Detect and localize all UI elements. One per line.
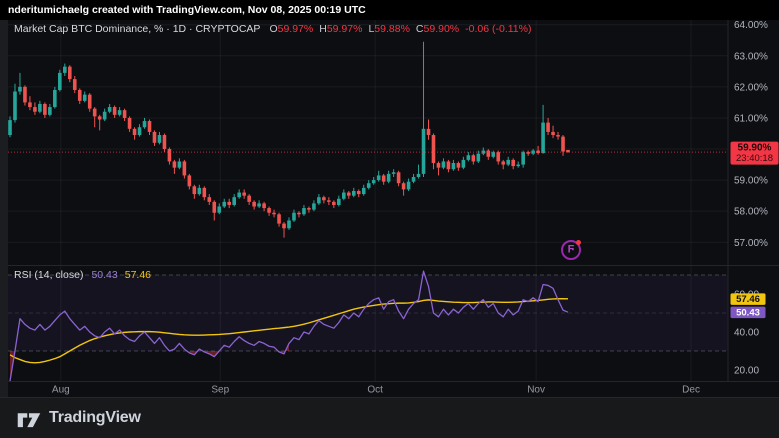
month-label[interactable]: Dec xyxy=(682,385,700,396)
chart-area[interactable]: Market Cap BTC Dominance, % · 1D · CRYPT… xyxy=(8,20,779,397)
lightning-bolt-icon: Ϝ xyxy=(568,244,575,255)
svg-text:50.43: 50.43 xyxy=(736,307,760,318)
change-value: -0.06 (-0.11%) xyxy=(465,23,531,35)
rsi-tick: 20.00 xyxy=(734,366,759,377)
rsi-title: RSI (14, close) xyxy=(14,269,83,281)
ohlc-letter: C xyxy=(416,23,424,35)
ohlc-letter: O xyxy=(269,23,277,35)
ohlc-values: O59.97%H59.97%L59.88%C59.90% xyxy=(269,23,465,35)
tradingview-snapshot: nderitumichaelg created with TradingView… xyxy=(0,0,779,438)
footer-bar: TradingView xyxy=(0,397,779,438)
price-tick: 57.00% xyxy=(734,238,768,249)
symbol-legend: Market Cap BTC Dominance, % · 1D · CRYPT… xyxy=(14,23,531,35)
notification-dot xyxy=(576,240,581,245)
month-label[interactable]: Sep xyxy=(211,385,229,396)
price-tick: 59.00% xyxy=(734,176,768,187)
rsi-tick: 40.00 xyxy=(734,328,759,339)
attribution-text: nderitumichaelg created with TradingView… xyxy=(8,4,366,16)
boost-button[interactable]: Ϝ xyxy=(561,240,581,260)
price-tick: 62.00% xyxy=(734,82,768,93)
price-tick: 58.00% xyxy=(734,207,768,218)
countdown-text: 23:40:18 xyxy=(736,153,773,164)
candles-layer xyxy=(8,42,728,238)
rsi-layer xyxy=(8,271,728,381)
tradingview-mark-icon xyxy=(16,408,42,429)
rsi-current-value: 50.43 xyxy=(91,269,117,281)
ohlc-letter: H xyxy=(319,23,327,35)
month-label[interactable]: Nov xyxy=(527,385,545,396)
rsi-legend: RSI (14, close) 50.43 57.46 xyxy=(14,269,151,281)
price-tick: 63.00% xyxy=(734,51,768,62)
symbol-title: Market Cap BTC Dominance, % · 1D · CRYPT… xyxy=(14,23,260,35)
brand-name: TradingView xyxy=(49,409,141,427)
ohlc-value: 59.97% xyxy=(278,23,314,35)
ohlc-value: 59.88% xyxy=(374,23,410,35)
month-label[interactable]: Aug xyxy=(52,385,70,396)
attribution-bar: nderitumichaelg created with TradingView… xyxy=(0,0,779,20)
price-tick: 61.00% xyxy=(734,113,768,124)
current-price-text: 59.90% xyxy=(738,143,772,154)
svg-text:57.46: 57.46 xyxy=(736,294,760,305)
rsi-ma-value: 57.46 xyxy=(125,269,151,281)
ohlc-value: 59.97% xyxy=(327,23,363,35)
month-label[interactable]: Oct xyxy=(367,385,383,396)
ohlc-value: 59.90% xyxy=(424,23,460,35)
chart-canvas[interactable]: 64.00%63.00%62.00%61.00%60.00%59.00%58.0… xyxy=(8,20,779,397)
price-tick: 64.00% xyxy=(734,20,768,31)
tradingview-logo[interactable]: TradingView xyxy=(16,408,141,429)
